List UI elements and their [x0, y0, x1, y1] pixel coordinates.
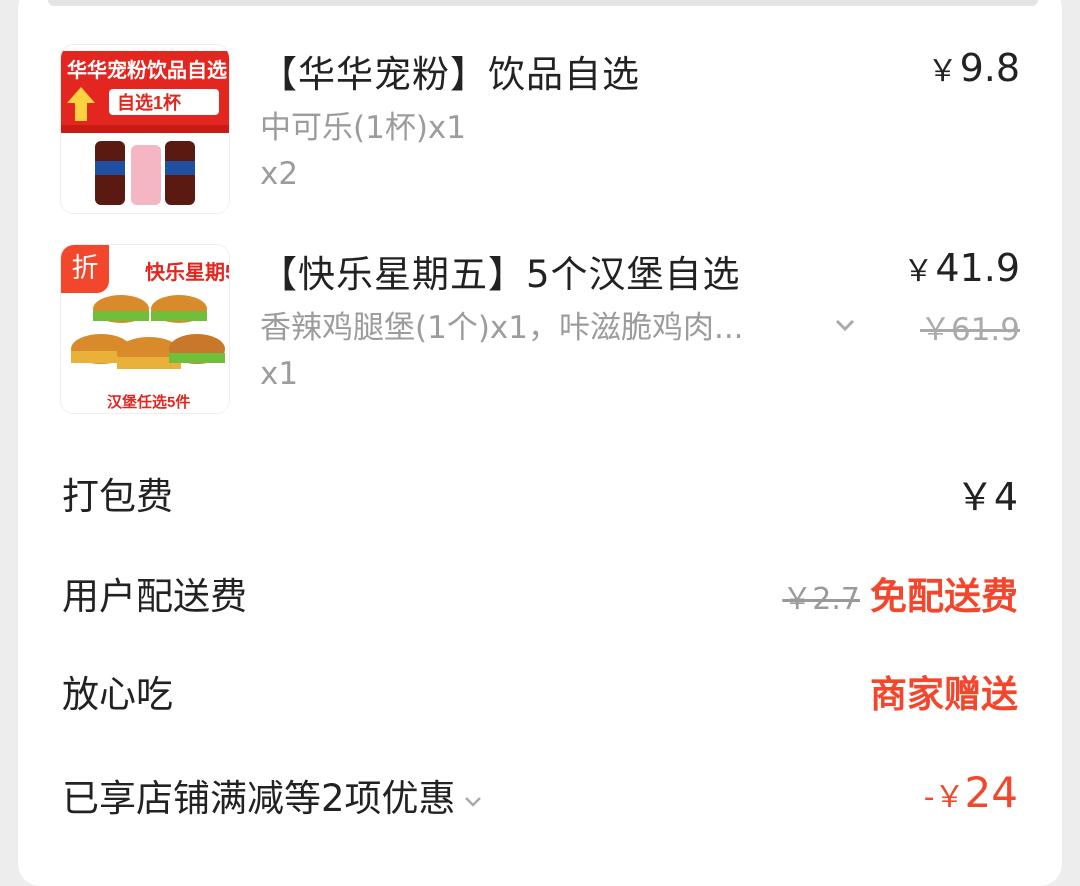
- item-price-value: 9.8: [959, 46, 1020, 90]
- product-image-burgers: 快乐星期5 汉堡任选5件 折: [60, 244, 230, 414]
- assurance-row: 放心吃 商家赠送: [62, 664, 1018, 720]
- currency-symbol: ￥: [927, 54, 958, 89]
- item-name: 【快乐星期五】5个汉堡自选: [260, 253, 741, 296]
- currency-symbol: ￥: [903, 254, 934, 289]
- item-original-price: ￥61.9: [919, 312, 1020, 348]
- chevron-down-icon: [464, 796, 481, 807]
- delivery-original-price: ￥2.7: [782, 582, 860, 617]
- free-delivery-label: 免配送费: [870, 575, 1018, 618]
- assurance-label: 放心吃: [62, 673, 173, 716]
- order-item[interactable]: 快乐星期5 汉堡任选5件 折 【快乐星期五】5个汉堡自选 香辣鸡腿堡(1个)x1…: [60, 244, 1020, 414]
- discount-label-text: 已享店铺满减等2项优惠: [62, 777, 456, 820]
- thumb-title: 快乐星期5: [145, 260, 229, 284]
- expand-chevron-icon[interactable]: [832, 312, 858, 338]
- item-price: ￥41.9: [903, 246, 1020, 290]
- item-price: ￥9.8: [928, 46, 1020, 90]
- packing-fee-value: ￥4: [955, 475, 1018, 519]
- discount-label[interactable]: 已享店铺满减等2项优惠: [62, 768, 484, 822]
- delivery-fee-value: ￥2.7 免配送费: [782, 566, 1018, 620]
- item-price-value: 41.9: [935, 246, 1020, 290]
- item-name: 【华华宠粉】饮品自选: [260, 53, 640, 96]
- discount-row[interactable]: 已享店铺满减等2项优惠 -￥24: [62, 768, 1018, 824]
- discount-prefix: -￥: [923, 780, 965, 815]
- packing-fee-row: 打包费 ￥4: [62, 466, 1018, 522]
- delivery-fee-row: 用户配送费 ￥2.7 免配送费: [62, 566, 1018, 622]
- discount-badge: 折: [61, 245, 109, 293]
- thumb-caption: 汉堡任选5件: [107, 393, 190, 411]
- discount-value: -￥24: [924, 768, 1018, 817]
- product-image-drinks: 华华宠粉饮品自选 自选1杯: [60, 44, 230, 214]
- item-quantity: x1: [260, 356, 299, 392]
- thumb-title: 华华宠粉饮品自选: [67, 58, 227, 82]
- item-spec: 中可乐(1杯)x1: [260, 110, 466, 146]
- item-spec: 香辣鸡腿堡(1个)x1，咔滋脆鸡肉...: [260, 310, 744, 346]
- discount-amount: 24: [964, 768, 1018, 817]
- delivery-fee-label: 用户配送费: [62, 575, 247, 618]
- order-item[interactable]: 华华宠粉饮品自选 自选1杯 【华华宠粉】饮品自选 中可乐(1杯)x1 x2 ￥9…: [60, 44, 1020, 214]
- packing-fee-label: 打包费: [62, 475, 173, 518]
- thumb-caption: 自选1杯: [117, 92, 182, 113]
- card-divider: [48, 0, 1038, 6]
- assurance-value: 商家赠送: [870, 673, 1018, 716]
- item-quantity: x2: [260, 156, 299, 192]
